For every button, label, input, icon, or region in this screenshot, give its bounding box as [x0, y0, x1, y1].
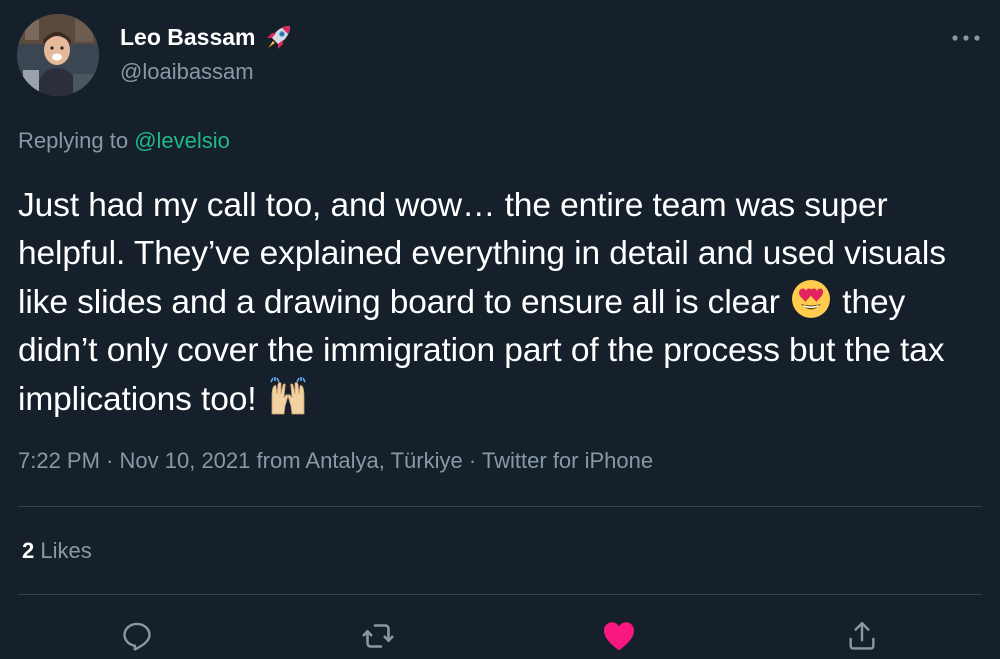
tweet-meta: 7:22 PM · Nov 10, 2021 from Antalya, Tür…: [18, 446, 653, 476]
retweet-icon: [362, 624, 394, 648]
rocket-emoji-icon: [264, 22, 294, 52]
heart-icon: [603, 622, 635, 651]
meta-separator: ·: [106, 448, 114, 473]
replying-to-prefix: Replying to: [18, 128, 129, 153]
divider: [18, 506, 982, 507]
avatar[interactable]: [17, 14, 99, 96]
meta-separator: ·: [468, 448, 477, 473]
tweet-location: from Antalya, Türkiye: [256, 448, 463, 473]
profile-photo: [17, 14, 99, 96]
reply-button[interactable]: [117, 616, 157, 656]
likes-count: 2: [22, 538, 35, 563]
tweet-text: Just had my call too, and wow… the entir…: [18, 182, 982, 424]
share-button[interactable]: [842, 616, 882, 656]
replying-to-line: Replying to @levelsio: [18, 126, 230, 156]
more-dots-icon: [952, 35, 980, 41]
share-icon: [849, 622, 875, 650]
replying-to-handle-link[interactable]: @levelsio: [134, 128, 230, 153]
retweet-button[interactable]: [358, 616, 398, 656]
comment-icon: [123, 622, 151, 651]
divider: [18, 594, 982, 595]
author-handle[interactable]: @loaibassam: [120, 58, 254, 86]
tweet-source[interactable]: Twitter for iPhone: [482, 448, 653, 473]
author-display-name[interactable]: Leo Bassam: [120, 22, 256, 52]
like-button[interactable]: [599, 616, 639, 656]
likes-label: Likes: [40, 538, 92, 563]
tweet-date[interactable]: Nov 10, 2021: [120, 448, 251, 473]
author-name-row[interactable]: Leo Bassam: [120, 22, 294, 52]
raising-hands-emoji-icon: [266, 374, 310, 418]
tweet-time[interactable]: 7:22 PM: [18, 448, 100, 473]
heart-eyes-emoji-icon: [789, 277, 833, 321]
likes-stat[interactable]: 2 Likes: [22, 536, 92, 566]
more-options-button[interactable]: [948, 26, 984, 50]
